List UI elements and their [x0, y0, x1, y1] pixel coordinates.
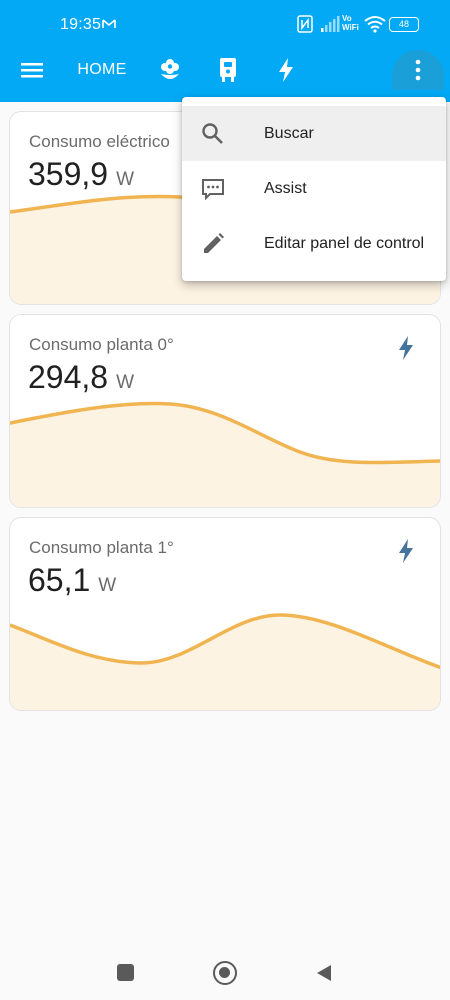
- menu-item-assist[interactable]: Assist: [182, 161, 446, 216]
- card-value: 359,9 W: [28, 156, 134, 193]
- wifi-icon: [364, 16, 386, 33]
- card-unit: W: [116, 372, 135, 393]
- tab-energy[interactable]: [268, 50, 304, 90]
- overflow-menu: Buscar Assist Editar panel de control: [182, 97, 446, 281]
- tab-device[interactable]: [210, 50, 246, 90]
- menu-button[interactable]: [14, 50, 50, 90]
- menu-item-buscar[interactable]: Buscar: [182, 106, 446, 161]
- lightning-icon: [399, 539, 413, 563]
- card-value: 65,1 W: [28, 562, 116, 599]
- menu-item-label: Assist: [264, 179, 307, 197]
- device-icon: [220, 58, 236, 82]
- home-icon[interactable]: [213, 961, 237, 985]
- app-toolbar: HOME: [0, 50, 450, 102]
- sensor-card-consumo-planta-1[interactable]: Consumo planta 1° 65,1 W: [9, 517, 441, 711]
- nfc-icon: [297, 15, 313, 33]
- menu-item-editar-panel[interactable]: Editar panel de control: [182, 216, 446, 271]
- flower-icon: [161, 59, 179, 79]
- more-vertical-icon: [415, 59, 421, 81]
- hamburger-menu-icon: [21, 63, 43, 78]
- tab-home[interactable]: HOME: [70, 50, 134, 90]
- battery-indicator: 48: [389, 17, 419, 32]
- status-time: 19:35: [60, 16, 102, 33]
- gmail-icon: [102, 19, 116, 28]
- menu-item-label: Editar panel de control: [264, 234, 425, 252]
- back-icon[interactable]: [314, 963, 334, 983]
- card-value: 294,8 W: [28, 359, 134, 396]
- recent-apps-icon[interactable]: [117, 964, 134, 981]
- card-title: Consumo eléctrico: [29, 132, 170, 151]
- card-unit: W: [116, 169, 135, 190]
- history-graph: [10, 613, 440, 710]
- history-graph: [10, 401, 440, 507]
- tab-plant[interactable]: [152, 50, 188, 90]
- vowifi-indicator: Vo WiFi: [342, 14, 359, 32]
- vowifi-bottom: WiFi: [342, 23, 359, 32]
- assist-chat-icon: [202, 179, 224, 201]
- lightning-icon: [279, 58, 293, 82]
- lightning-icon: [399, 336, 413, 360]
- vowifi-top: Vo: [342, 14, 352, 23]
- signal-icon: [321, 16, 340, 32]
- card-unit: W: [98, 575, 117, 596]
- menu-item-label: Buscar: [264, 124, 314, 142]
- overflow-menu-button[interactable]: [392, 50, 444, 90]
- card-value-number: 359,9: [28, 156, 109, 192]
- card-title: Consumo planta 0°: [29, 335, 174, 354]
- card-title: Consumo planta 1°: [29, 538, 174, 557]
- pencil-icon: [204, 233, 224, 253]
- sensor-card-consumo-planta-0[interactable]: Consumo planta 0° 294,8 W: [9, 314, 441, 508]
- card-value-number: 65,1: [28, 562, 91, 598]
- search-icon: [202, 123, 223, 144]
- status-bar: 19:35 Vo WiFi 48: [0, 0, 450, 50]
- card-value-number: 294,8: [28, 359, 109, 395]
- system-nav-bar: [0, 945, 450, 1000]
